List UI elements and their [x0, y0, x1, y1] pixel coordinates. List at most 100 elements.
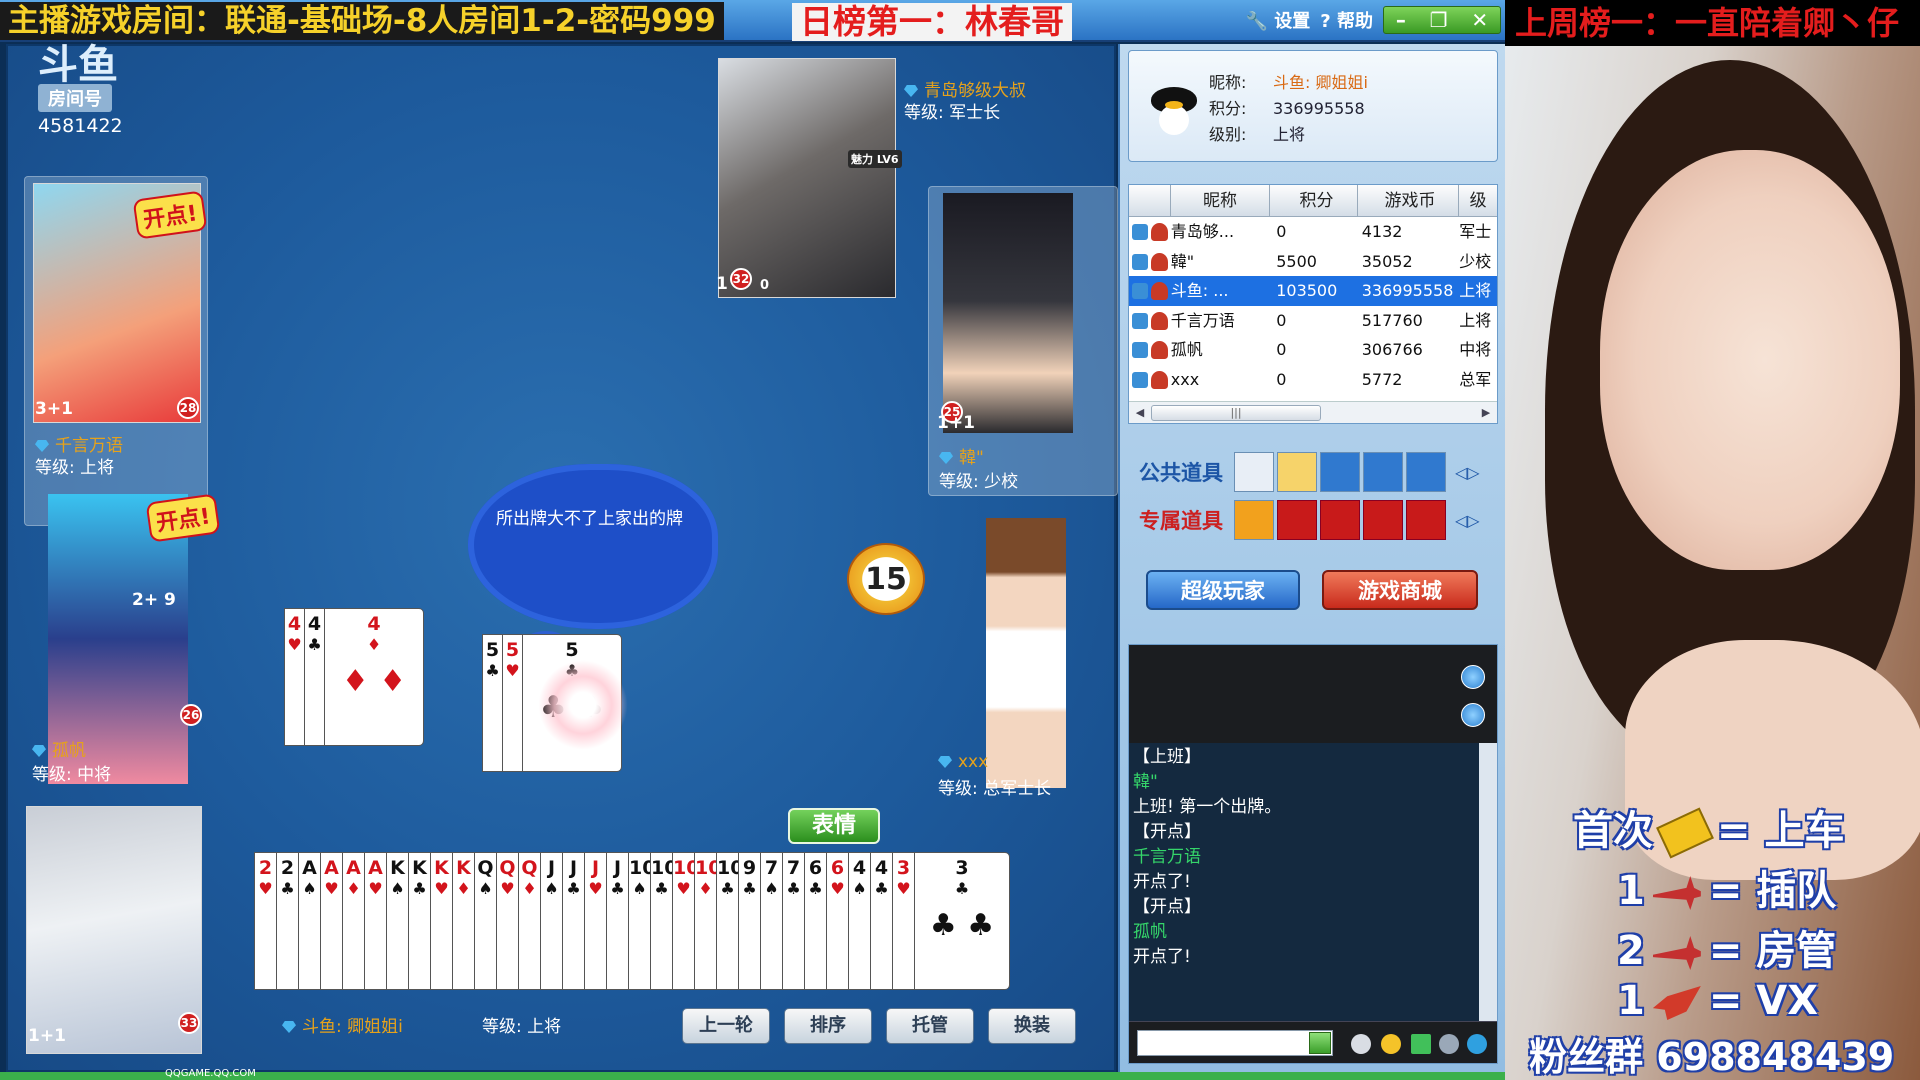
table-row[interactable]: 韓" 5500 35052 少校	[1129, 247, 1497, 277]
last-round-button[interactable]: 上一轮	[682, 1008, 770, 1044]
scroll-right-icon[interactable]: ▶	[1477, 405, 1495, 421]
scroll-thumb[interactable]: |||	[1151, 405, 1321, 421]
player-avatar-qingdao[interactable]	[718, 58, 896, 298]
playing-card[interactable]: 4 ♣	[870, 852, 892, 990]
playing-card[interactable]: J ♣	[606, 852, 628, 990]
card-rank: 6	[830, 857, 845, 879]
side-panel: 昵称: 斗鱼: 卿姐姐i 积分: 336995558 级别: 上将 昵称 积分 游戏币…	[1118, 44, 1505, 1072]
scroll-down-icon[interactable]	[1461, 703, 1485, 727]
playing-card[interactable]: 2 ♥	[254, 852, 276, 990]
playing-card[interactable]: 9 ♣	[738, 852, 760, 990]
self-name[interactable]: 斗鱼: 卿姐姐i	[282, 1012, 403, 1037]
prop-slot[interactable]	[1277, 500, 1317, 540]
table-row[interactable]: xxx 0 5772 总军	[1129, 365, 1497, 395]
playing-card[interactable]: Q ♥	[496, 852, 518, 990]
prop-slot[interactable]	[1320, 500, 1360, 540]
playing-card[interactable]: 6 ♥	[826, 852, 848, 990]
table-row[interactable]: 青岛够... 0 4132 军士	[1129, 217, 1497, 247]
sort-button[interactable]: 排序	[784, 1008, 872, 1044]
props-arrows-icon[interactable]: ◁▷	[1455, 463, 1480, 482]
player-name[interactable]: 韓"	[939, 443, 984, 468]
playing-card[interactable]: 5 ♣	[482, 634, 502, 772]
prop-slot[interactable]	[1234, 452, 1274, 492]
playing-card[interactable]: 7 ♣	[782, 852, 804, 990]
playing-card[interactable]: 4 ♦ ♦ ♦	[324, 608, 424, 746]
card-rank: 3	[896, 857, 911, 879]
playing-card[interactable]: K ♥	[430, 852, 452, 990]
props-arrows-icon[interactable]: ◁▷	[1455, 511, 1480, 530]
playing-card[interactable]: K ♣	[408, 852, 430, 990]
self-avatar[interactable]	[26, 806, 202, 1054]
super-player-button[interactable]: 超级玩家	[1146, 570, 1300, 610]
card-suit-icon: ♣	[412, 879, 427, 898]
close-button[interactable]: ✕	[1471, 8, 1488, 32]
chat-dropdown-icon[interactable]	[1309, 1032, 1331, 1054]
playing-card[interactable]: A ♥	[364, 852, 386, 990]
prop-slot[interactable]	[1406, 500, 1446, 540]
auto-play-button[interactable]: 托管	[886, 1008, 974, 1044]
table-row[interactable]: 斗鱼: ... 103500 336995558 上将	[1129, 276, 1497, 306]
header-score[interactable]: 积分	[1270, 185, 1358, 216]
table-row[interactable]: 千言万语 0 517760 上将	[1129, 306, 1497, 336]
playing-card[interactable]: A ♥	[320, 852, 342, 990]
playing-card[interactable]: Q ♦	[518, 852, 540, 990]
card-suit-icon: ♠	[852, 879, 867, 898]
playing-card[interactable]: Q ♠	[474, 852, 496, 990]
playing-card[interactable]: 7 ♠	[760, 852, 782, 990]
restore-button[interactable]: ❐	[1430, 8, 1448, 32]
playing-card[interactable]: 10 ♣	[716, 852, 743, 990]
card-rank: 10	[629, 857, 656, 879]
font-color-icon[interactable]	[1411, 1034, 1431, 1054]
horizontal-scrollbar[interactable]: ◀ ||| ▶	[1129, 401, 1497, 423]
settings-link[interactable]: 🔧 设置	[1246, 7, 1311, 33]
playing-card[interactable]: 10 ♦	[694, 852, 721, 990]
settings-icon[interactable]	[1467, 1034, 1487, 1054]
playing-card[interactable]: 2 ♣	[276, 852, 298, 990]
playing-card[interactable]: J ♥	[584, 852, 606, 990]
playing-card[interactable]: 10 ♣	[650, 852, 677, 990]
header-coins[interactable]: 游戏币	[1358, 185, 1460, 216]
help-link[interactable]: ? 帮助	[1320, 7, 1373, 33]
playing-card[interactable]: K ♦	[452, 852, 474, 990]
prop-slot[interactable]	[1363, 452, 1403, 492]
playing-card[interactable]: 3 ♣ ♣ ♣	[914, 852, 1010, 990]
chat-scrollbar[interactable]	[1479, 743, 1497, 1023]
playing-card[interactable]: 4 ♣	[304, 608, 324, 746]
scroll-left-icon[interactable]: ◀	[1131, 405, 1149, 421]
playing-card[interactable]: 4 ♥	[284, 608, 304, 746]
speaker-icon[interactable]	[1439, 1034, 1459, 1054]
change-outfit-button[interactable]: 换装	[988, 1008, 1076, 1044]
player-name-xxx[interactable]: xxx	[938, 752, 988, 772]
header-nick[interactable]: 昵称	[1171, 185, 1271, 216]
playing-card[interactable]: 6 ♣	[804, 852, 826, 990]
emote-button[interactable]: 表情	[788, 808, 880, 844]
playing-card[interactable]: J ♠	[540, 852, 562, 990]
player-avatar-xxx[interactable]	[986, 518, 1066, 788]
playing-card[interactable]: A ♦	[342, 852, 364, 990]
prop-slot[interactable]	[1406, 452, 1446, 492]
smiley-icon[interactable]	[1381, 1034, 1401, 1054]
table-row[interactable]: 孤帆 0 306766 中将	[1129, 335, 1497, 365]
scroll-up-icon[interactable]	[1461, 665, 1485, 689]
player-avatar[interactable]	[943, 193, 1073, 433]
playing-card[interactable]: 10 ♠	[628, 852, 656, 990]
playing-card[interactable]: A ♠	[298, 852, 320, 990]
chat-input[interactable]	[1137, 1030, 1333, 1056]
prop-slot[interactable]	[1320, 452, 1360, 492]
header-rank[interactable]: 级	[1459, 185, 1497, 216]
prop-slot[interactable]	[1363, 500, 1403, 540]
player-name[interactable]: 孤帆	[32, 736, 86, 761]
minimize-button[interactable]: –	[1396, 8, 1406, 32]
promo-left: 首次	[1573, 808, 1653, 854]
prop-slot[interactable]	[1277, 452, 1317, 492]
count-value: 2	[132, 590, 144, 610]
game-shop-button[interactable]: 游戏商城	[1322, 570, 1478, 610]
prop-slot[interactable]	[1234, 500, 1274, 540]
playing-card[interactable]: K ♠	[386, 852, 408, 990]
playing-card[interactable]: 4 ♠	[848, 852, 870, 990]
playing-card[interactable]: J ♣	[562, 852, 584, 990]
playing-card[interactable]: 10 ♥	[672, 852, 699, 990]
chat-bubble-icon[interactable]	[1351, 1034, 1371, 1054]
playing-card[interactable]: 5 ♥	[502, 634, 522, 772]
playing-card[interactable]: 3 ♥	[892, 852, 914, 990]
